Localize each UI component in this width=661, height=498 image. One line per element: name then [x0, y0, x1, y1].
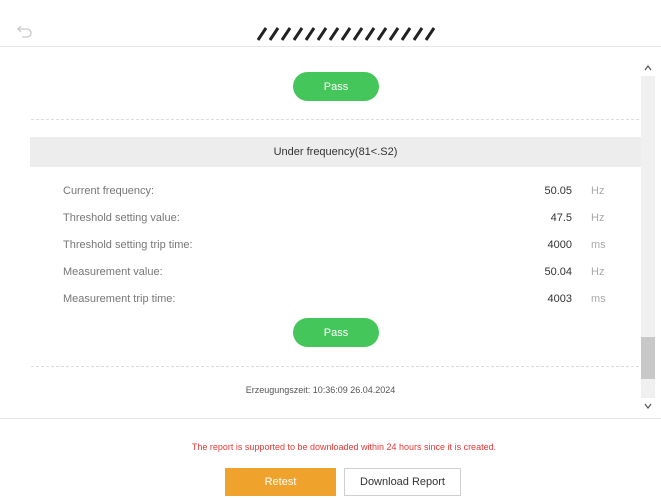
generation-time: Erzeugungszeit: 10:36:09 26.04.2024: [245, 385, 396, 395]
row-label: Current frequency:: [63, 185, 155, 197]
scroll-down-icon[interactable]: [641, 398, 655, 414]
footer-divider: [0, 418, 661, 419]
row-value: 4003: [547, 293, 572, 305]
title-bar: [0, 0, 661, 47]
row-current-frequency: Current frequency: 50.05 Hz: [63, 185, 623, 201]
row-value: 50.05: [544, 185, 572, 197]
row-unit: Hz: [591, 266, 605, 278]
row-unit: Hz: [591, 212, 605, 224]
back-arrow-icon[interactable]: [16, 22, 34, 40]
row-value: 4000: [547, 239, 572, 251]
row-value: 50.04: [544, 266, 572, 278]
download-report-button[interactable]: Download Report: [344, 468, 461, 496]
scroll-up-icon[interactable]: [641, 60, 655, 76]
report-content: Pass Under frequency(81<.S2) Current fre…: [0, 48, 661, 418]
row-threshold-value: Threshold setting value: 47.5 Hz: [63, 212, 623, 228]
report-scroll-area[interactable]: Pass Under frequency(81<.S2) Current fre…: [0, 48, 641, 418]
row-value: 47.5: [550, 212, 572, 224]
row-measurement-trip-time: Measurement trip time: 4003 ms: [63, 293, 623, 309]
section-header: Under frequency(81<.S2): [30, 137, 641, 167]
divider: [31, 119, 639, 120]
divider: [31, 366, 639, 367]
download-notice: The report is supported to be downloaded…: [191, 442, 497, 452]
row-unit: Hz: [591, 185, 605, 197]
row-threshold-trip-time: Threshold setting trip time: 4000 ms: [63, 239, 623, 255]
row-measurement-value: Measurement value: 50.04 Hz: [63, 266, 623, 282]
section-pass-badge: Pass: [293, 318, 379, 347]
row-unit: ms: [591, 293, 606, 305]
row-label: Measurement value:: [63, 266, 163, 278]
title-logo: [256, 27, 436, 41]
scrollbar-thumb[interactable]: [641, 337, 655, 379]
row-unit: ms: [591, 239, 606, 251]
row-label: Threshold setting trip time:: [63, 239, 193, 251]
retest-button[interactable]: Retest: [225, 468, 336, 496]
vertical-scrollbar[interactable]: [641, 60, 655, 412]
top-pass-badge: Pass: [293, 72, 379, 101]
row-label: Measurement trip time:: [63, 293, 176, 305]
row-label: Threshold setting value:: [63, 212, 180, 224]
